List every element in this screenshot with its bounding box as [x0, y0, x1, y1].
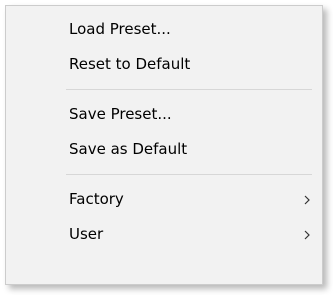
menu-item-label: Save Preset...: [69, 105, 172, 123]
chevron-right-icon: [300, 217, 314, 252]
menu-item-user[interactable]: User: [6, 217, 322, 252]
menu-item-factory[interactable]: Factory: [6, 182, 322, 217]
menu-separator: [66, 174, 312, 175]
menu-item-save-preset[interactable]: Save Preset...: [6, 97, 322, 132]
menu-item-label: Load Preset...: [69, 20, 171, 38]
chevron-right-icon: [300, 182, 314, 217]
menu-item-label: Reset to Default: [69, 55, 191, 73]
menu-item-label: Factory: [69, 190, 124, 208]
menu-item-save-as-default[interactable]: Save as Default: [6, 132, 322, 167]
menu-separator: [66, 89, 312, 90]
context-menu: Load Preset... Reset to Default Save Pre…: [5, 5, 323, 285]
menu-item-load-preset[interactable]: Load Preset...: [6, 12, 322, 47]
menu-item-label: User: [69, 225, 104, 243]
menu-item-reset-to-default[interactable]: Reset to Default: [6, 47, 322, 82]
menu-item-label: Save as Default: [69, 140, 188, 158]
